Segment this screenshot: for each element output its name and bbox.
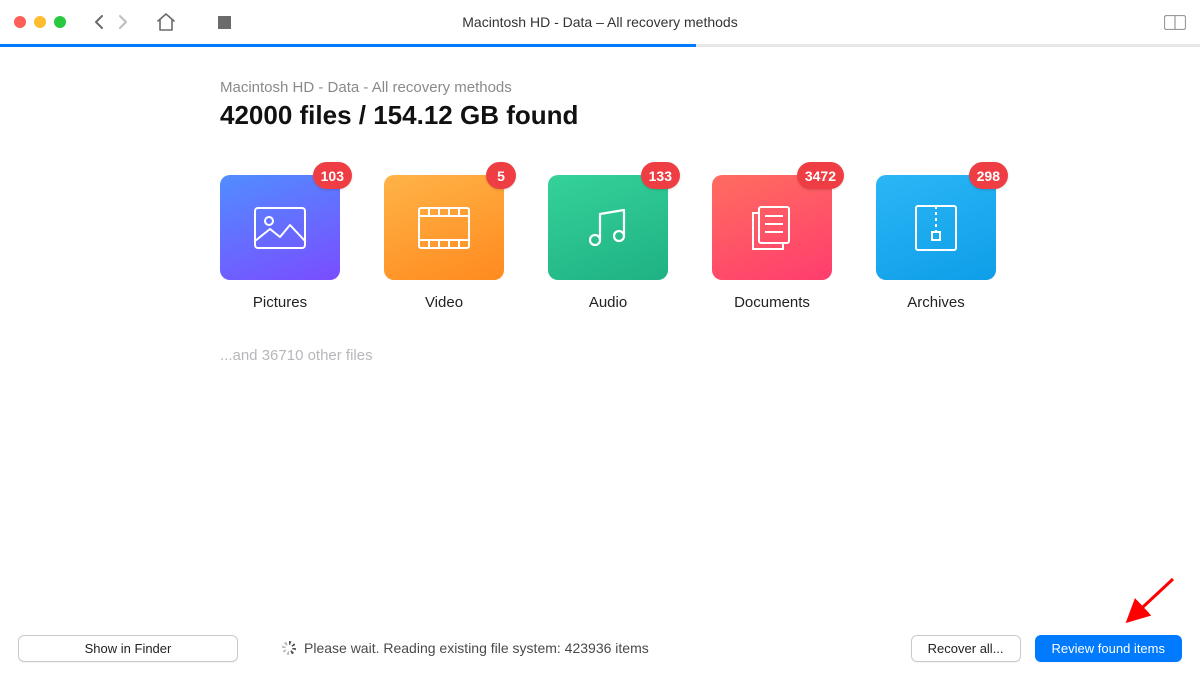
- window-title: Macintosh HD - Data – All recovery metho…: [0, 14, 1200, 30]
- pictures-icon: [254, 207, 306, 249]
- tile-badge: 298: [969, 162, 1008, 189]
- stop-icon: [218, 16, 231, 29]
- tile-card: [220, 175, 340, 280]
- audio-icon: [584, 204, 632, 252]
- home-button[interactable]: [156, 13, 176, 31]
- close-window-button[interactable]: [14, 16, 26, 28]
- main-content: Macintosh HD - Data - All recovery metho…: [0, 47, 1200, 364]
- chevron-right-icon: [118, 14, 128, 30]
- tile-badge: 5: [486, 162, 516, 189]
- tile-badge: 103: [313, 162, 352, 189]
- review-found-items-button[interactable]: Review found items: [1035, 635, 1182, 662]
- tile-card: [876, 175, 996, 280]
- nav-arrows: [94, 14, 128, 30]
- tile-badge: 133: [641, 162, 680, 189]
- tile-label: Pictures: [220, 294, 340, 311]
- tile-archives[interactable]: 298 Archives: [876, 175, 996, 311]
- scan-status-text: Please wait. Reading existing file syste…: [304, 640, 649, 656]
- tile-label: Audio: [548, 294, 668, 311]
- nav-forward-button[interactable]: [118, 14, 128, 30]
- minimize-window-button[interactable]: [34, 16, 46, 28]
- breadcrumb: Macintosh HD - Data - All recovery metho…: [220, 79, 1200, 96]
- other-files-text: ...and 36710 other files: [220, 347, 1200, 364]
- view-mode-toggle[interactable]: [1164, 15, 1186, 30]
- tile-card: [384, 175, 504, 280]
- scan-status: Please wait. Reading existing file syste…: [282, 640, 897, 656]
- scan-progress-bar: [0, 44, 1200, 47]
- documents-icon: [747, 204, 797, 252]
- tile-card: [712, 175, 832, 280]
- tile-label: Video: [384, 294, 504, 311]
- traffic-lights: [14, 16, 66, 28]
- nav-back-button[interactable]: [94, 14, 104, 30]
- tile-audio[interactable]: 133 Audio: [548, 175, 668, 311]
- tile-pictures[interactable]: 103 Pictures: [220, 175, 340, 311]
- zoom-window-button[interactable]: [54, 16, 66, 28]
- show-in-finder-button[interactable]: Show in Finder: [18, 635, 238, 662]
- category-tiles: 103 Pictures 5: [220, 175, 1200, 311]
- stop-scan-button[interactable]: [218, 16, 231, 29]
- spinner-icon: [282, 641, 296, 655]
- split-view-icon: [1164, 15, 1186, 30]
- tile-label: Documents: [712, 294, 832, 311]
- tile-label: Archives: [876, 294, 996, 311]
- recover-all-button[interactable]: Recover all...: [911, 635, 1021, 662]
- tile-documents[interactable]: 3472 Documents: [712, 175, 832, 311]
- tile-video[interactable]: 5 Video: [384, 175, 504, 311]
- archives-icon: [914, 204, 958, 252]
- chevron-left-icon: [94, 14, 104, 30]
- video-icon: [418, 207, 470, 249]
- titlebar: Macintosh HD - Data – All recovery metho…: [0, 0, 1200, 44]
- home-icon: [156, 13, 176, 31]
- footer-bar: Show in Finder Please wait. Reading exis…: [0, 619, 1200, 677]
- scan-progress-fill: [0, 44, 696, 47]
- tile-card: [548, 175, 668, 280]
- tile-badge: 3472: [797, 162, 844, 189]
- scan-summary-heading: 42000 files / 154.12 GB found: [220, 100, 1200, 131]
